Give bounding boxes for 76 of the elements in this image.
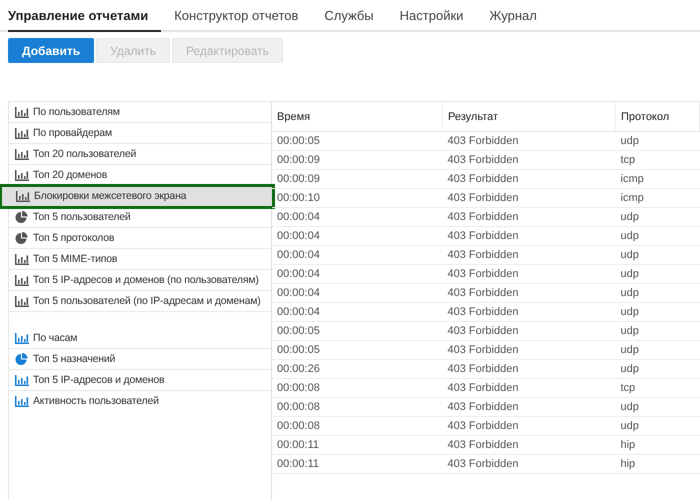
table-cell: 00:00:08 <box>272 416 442 436</box>
table-cell: 00:00:05 <box>272 340 442 360</box>
sidebar-item[interactable]: Топ 5 назначений <box>9 349 271 370</box>
table-cell: 403 Forbidden <box>442 208 616 226</box>
sidebar-item[interactable]: По пользователям <box>9 102 271 123</box>
table-cell: icmp <box>616 170 700 188</box>
table-cell: 00:00:04 <box>272 226 442 246</box>
table-cell: udp <box>616 264 700 284</box>
table-cell: 403 Forbidden <box>442 132 616 150</box>
table-cell: 403 Forbidden <box>442 322 616 340</box>
table-cell: udp <box>616 322 700 340</box>
table-cell: 00:00:10 <box>272 188 442 208</box>
tab[interactable]: Настройки <box>386 0 476 32</box>
table-cell: 403 Forbidden <box>442 436 616 454</box>
table-cell: 00:00:11 <box>272 454 442 474</box>
table-cell: udp <box>616 416 700 436</box>
sidebar-item[interactable]: Топ 5 MIME-типов <box>9 249 271 270</box>
table-cell: 00:00:09 <box>272 170 442 188</box>
table-cell: tcp <box>616 378 700 398</box>
table-cell: udp <box>616 208 700 226</box>
tab[interactable]: Журнал <box>476 0 550 32</box>
table-cell: 00:00:05 <box>272 322 442 340</box>
column-header[interactable]: Результат <box>442 102 616 132</box>
table-cell: udp <box>616 284 700 302</box>
table-cell: 403 Forbidden <box>442 284 616 302</box>
tab[interactable]: Управление отчетами <box>8 0 162 32</box>
sidebar-item[interactable]: Топ 5 IP-адресов и доменов (по пользователям) <box>9 270 271 291</box>
table-cell: 00:00:08 <box>272 398 442 416</box>
tab[interactable]: Службы <box>311 0 387 32</box>
table-cell: icmp <box>616 188 700 208</box>
table-cell: tcp <box>616 150 700 170</box>
table-cell: 00:00:04 <box>272 302 442 322</box>
table-cell: 00:00:08 <box>272 378 442 398</box>
table-cell: udp <box>616 226 700 246</box>
table-cell: 403 Forbidden <box>442 360 616 378</box>
table-cell: 00:00:26 <box>272 360 442 378</box>
table-cell: 403 Forbidden <box>442 378 616 398</box>
table-cell: 403 Forbidden <box>442 246 616 264</box>
sidebar-item[interactable]: По часам <box>9 328 271 349</box>
table-cell: 403 Forbidden <box>442 416 616 436</box>
table-cell: 403 Forbidden <box>442 454 616 474</box>
table-cell: 00:00:11 <box>272 436 442 454</box>
sidebar-item[interactable]: По провайдерам <box>9 123 271 144</box>
sidebar-item[interactable]: Топ 5 IP-адресов и доменов <box>9 370 271 391</box>
table-cell: 403 Forbidden <box>442 226 616 246</box>
table-cell: 00:00:04 <box>272 284 442 302</box>
table-cell: udp <box>616 340 700 360</box>
table-cell: hip <box>616 436 700 454</box>
sidebar-item[interactable]: Топ 5 пользователей <box>9 207 271 228</box>
table-cell: 403 Forbidden <box>442 188 616 208</box>
table-cell: 403 Forbidden <box>442 150 616 170</box>
column-header[interactable]: Время <box>272 102 442 132</box>
table-cell: 403 Forbidden <box>442 398 616 416</box>
table-cell: 00:00:04 <box>272 264 442 284</box>
table-cell: udp <box>616 132 700 150</box>
sidebar-item[interactable]: Топ 5 протоколов <box>9 228 271 249</box>
sidebar-item[interactable]: Топ 5 пользователей (по IP-адресам и доменам) <box>9 291 271 312</box>
table-cell: hip <box>616 454 700 474</box>
table-cell: 403 Forbidden <box>442 170 616 188</box>
table-cell: 403 Forbidden <box>442 264 616 284</box>
sidebar-item[interactable]: Активность пользователей <box>9 391 271 411</box>
table-cell: udp <box>616 360 700 378</box>
table-cell: udp <box>616 398 700 416</box>
tab[interactable]: Конструктор отчетов <box>161 0 312 32</box>
sidebar-item[interactable]: Блокировки межсетевого экрана <box>1 186 273 207</box>
table-cell: udp <box>616 246 700 264</box>
table-cell: 403 Forbidden <box>442 302 616 322</box>
table-cell: 403 Forbidden <box>442 340 616 360</box>
table-cell: 00:00:04 <box>272 208 442 226</box>
table-cell: 00:00:05 <box>272 132 442 150</box>
column-header[interactable]: Протокол <box>616 102 700 132</box>
table-cell: udp <box>616 302 700 322</box>
sidebar-item[interactable]: Топ 20 пользователей <box>9 144 271 165</box>
table-cell: 00:00:09 <box>272 150 442 170</box>
table-cell: 00:00:04 <box>272 246 442 264</box>
toolbar-button[interactable]: Добавить <box>8 38 94 63</box>
